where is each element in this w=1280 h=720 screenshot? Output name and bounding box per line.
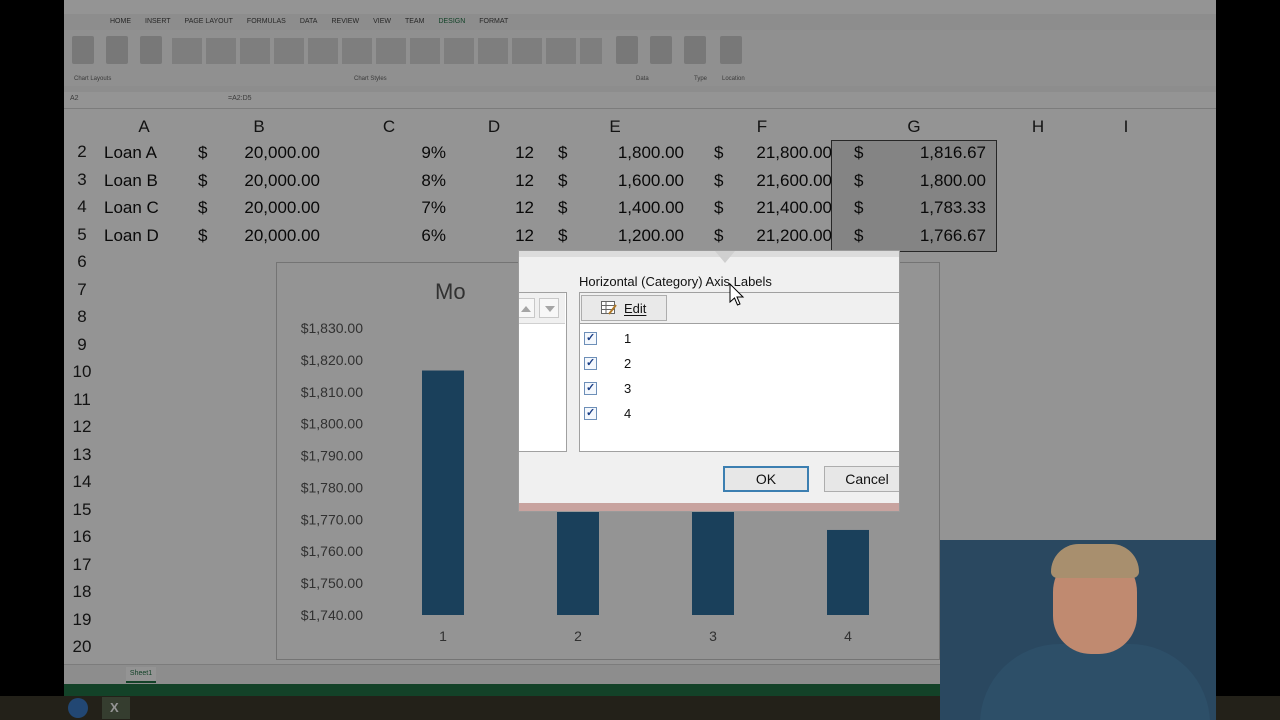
category-labels-panel: Edit ✓ 1 ✓ 2 ✓ 3 ✓ 4	[579, 292, 899, 452]
presenter-hair	[1051, 544, 1139, 578]
category-label: 4	[624, 406, 632, 421]
category-label: 2	[624, 356, 632, 371]
cancel-button[interactable]: Cancel	[824, 466, 899, 492]
check-icon: ✓	[586, 407, 596, 419]
presenter-body	[980, 644, 1210, 720]
webcam-presenter	[940, 540, 1216, 720]
category-label: 3	[624, 381, 632, 396]
list-item[interactable]: ✓ 3	[582, 379, 882, 399]
category-checkbox[interactable]: ✓	[584, 357, 597, 370]
category-label: 1	[624, 331, 632, 346]
check-icon: ✓	[586, 332, 596, 344]
arrow-down-icon	[715, 251, 735, 263]
mouse-cursor-icon	[729, 283, 745, 306]
move-down-button[interactable]	[539, 298, 559, 318]
edit-table-icon	[601, 301, 617, 315]
category-checkbox[interactable]: ✓	[584, 332, 597, 345]
ok-button[interactable]: OK	[723, 466, 809, 492]
edit-button-label: Edit	[624, 301, 647, 316]
legend-toolbar	[519, 293, 565, 324]
check-icon: ✓	[586, 382, 596, 394]
axis-labels-dialog: Horizontal (Category) Axis Labels Edit ✓…	[518, 250, 900, 512]
dialog-bottom-edge	[519, 503, 899, 511]
legend-entries-panel	[519, 292, 567, 452]
move-up-button[interactable]	[519, 298, 535, 318]
category-checkbox[interactable]: ✓	[584, 407, 597, 420]
list-item[interactable]: ✓ 1	[582, 329, 882, 349]
list-item[interactable]: ✓ 2	[582, 354, 882, 374]
list-item[interactable]: ✓ 4	[582, 404, 882, 424]
dialog-title-strip	[519, 251, 899, 257]
category-checkbox[interactable]: ✓	[584, 382, 597, 395]
edit-button[interactable]: Edit	[581, 295, 667, 321]
check-icon: ✓	[586, 357, 596, 369]
